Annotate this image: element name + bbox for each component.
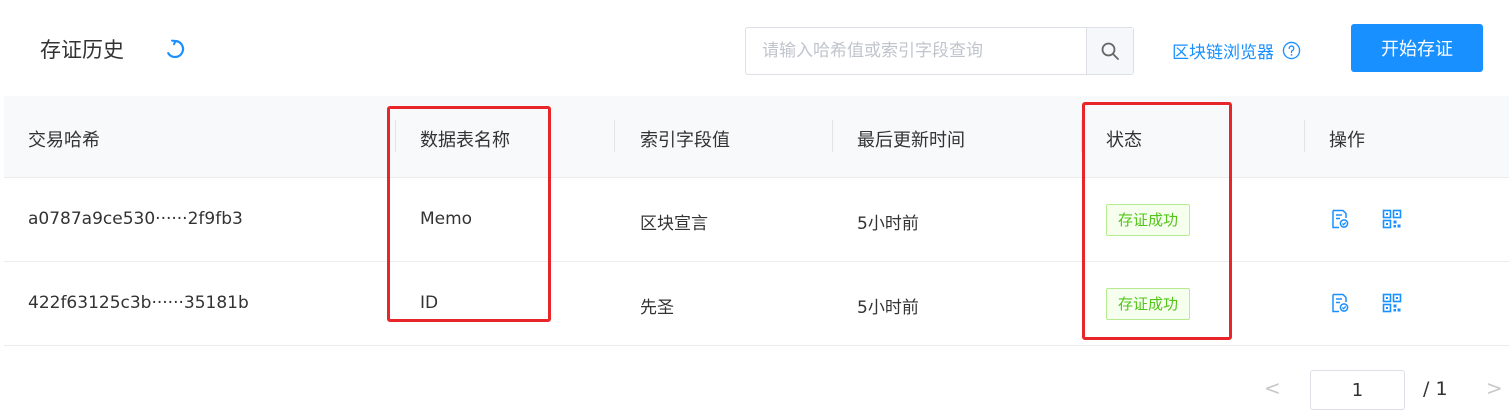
- page-header: 存证历史 区块链浏览器 开始存证: [0, 0, 1509, 96]
- column-divider: [614, 120, 615, 152]
- cell-updated: 5小时前: [857, 298, 919, 318]
- cell-hash[interactable]: 422f63125c3b······35181b: [28, 293, 249, 313]
- column-header-actions: 操作: [1329, 130, 1365, 151]
- table-header: 交易哈希 数据表名称 索引字段值 最后更新时间 状态 操作: [4, 96, 1509, 178]
- status-badge: 存证成功: [1106, 288, 1191, 320]
- column-divider: [1081, 120, 1082, 152]
- search-icon: [1101, 42, 1119, 60]
- cell-hash[interactable]: a0787a9ce530······2f9fb3: [28, 209, 243, 229]
- pagination-prev-button[interactable]: <: [1264, 376, 1281, 400]
- page-title: 存证历史: [40, 38, 124, 62]
- cell-table-name: Memo: [420, 209, 473, 229]
- history-table: 交易哈希 数据表名称 索引字段值 最后更新时间 状态 操作 a0787a9ce5…: [4, 96, 1509, 346]
- table-row: 422f63125c3b······35181b ID 先圣 5小时前 存证成功: [4, 262, 1509, 346]
- refresh-icon[interactable]: [163, 37, 187, 61]
- table-row: a0787a9ce530······2f9fb3 Memo 区块宣言 5小时前 …: [4, 178, 1509, 262]
- status-badge: 存证成功: [1106, 204, 1191, 236]
- start-certify-button[interactable]: 开始存证: [1351, 24, 1483, 72]
- cell-updated: 5小时前: [857, 214, 919, 234]
- qrcode-icon[interactable]: [1381, 292, 1403, 314]
- column-header-hash: 交易哈希: [28, 130, 100, 151]
- search-input[interactable]: [746, 28, 1086, 74]
- column-header-status: 状态: [1106, 130, 1142, 151]
- certificate-detail-icon[interactable]: [1329, 208, 1351, 230]
- column-divider: [832, 120, 833, 152]
- cell-index-value: 先圣: [640, 298, 674, 318]
- search-button[interactable]: [1086, 28, 1133, 74]
- column-header-table-name: 数据表名称: [420, 130, 510, 151]
- pagination-next-button[interactable]: >: [1486, 376, 1503, 400]
- blockchain-explorer-label: 区块链浏览器: [1172, 43, 1274, 63]
- qrcode-icon[interactable]: [1381, 208, 1403, 230]
- pagination-total: / 1: [1423, 378, 1448, 400]
- pagination-page-input[interactable]: [1310, 370, 1405, 410]
- search-box: [745, 27, 1134, 75]
- blockchain-explorer-link[interactable]: 区块链浏览器: [1172, 38, 1301, 63]
- column-divider: [395, 120, 396, 152]
- help-icon[interactable]: [1282, 41, 1301, 60]
- cell-index-value: 区块宣言: [640, 214, 708, 234]
- column-header-updated: 最后更新时间: [857, 130, 965, 151]
- column-header-index-value: 索引字段值: [640, 130, 730, 151]
- cell-table-name: ID: [420, 293, 439, 313]
- certificate-detail-icon[interactable]: [1329, 292, 1351, 314]
- column-divider: [1304, 120, 1305, 152]
